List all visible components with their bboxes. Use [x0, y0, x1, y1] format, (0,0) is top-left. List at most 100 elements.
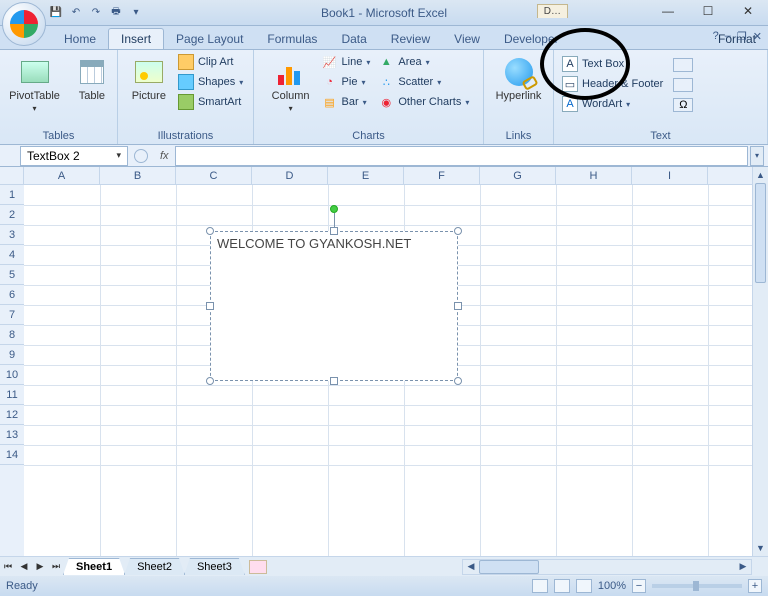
qat-print-icon[interactable]: 🖶 [108, 5, 124, 21]
tab-formulas[interactable]: Formulas [255, 29, 329, 49]
view-page-layout-button[interactable] [554, 579, 570, 593]
col-header[interactable]: G [480, 167, 556, 184]
scroll-thumb[interactable] [755, 183, 766, 283]
scroll-down-icon[interactable]: ▼ [753, 540, 768, 556]
col-header[interactable]: H [556, 167, 632, 184]
vertical-scrollbar[interactable]: ▲ ▼ [752, 167, 768, 556]
scroll-right-icon[interactable]: ▶ [735, 560, 751, 574]
help-button[interactable]: ? [713, 30, 719, 43]
row-header[interactable]: 12 [0, 405, 24, 425]
qat-save-icon[interactable]: 💾 [48, 5, 64, 21]
row-header[interactable]: 7 [0, 305, 24, 325]
row-header[interactable]: 1 [0, 185, 24, 205]
col-header[interactable]: C [176, 167, 252, 184]
tab-insert[interactable]: Insert [108, 28, 164, 49]
textbox-shape-container[interactable]: WELCOME TO GYANKOSH.NET [210, 231, 458, 381]
resize-handle-sw[interactable] [206, 377, 214, 385]
col-header[interactable]: I [632, 167, 708, 184]
tab-home[interactable]: Home [52, 29, 108, 49]
formula-bar-expand-button[interactable]: ▾ [750, 146, 764, 166]
hscroll-thumb[interactable] [479, 560, 539, 574]
hyperlink-button[interactable]: Hyperlink [492, 54, 546, 104]
tab-review[interactable]: Review [379, 29, 442, 49]
row-header[interactable]: 9 [0, 345, 24, 365]
line-chart-button[interactable]: 📈Line▾ [322, 54, 371, 70]
office-button[interactable] [2, 2, 46, 46]
clipart-button[interactable]: Clip Art [178, 54, 243, 70]
chevron-down-icon[interactable]: ▾ [116, 150, 121, 161]
qat-redo-icon[interactable]: ↷ [88, 5, 104, 21]
wordart-button[interactable]: AWordArt▾ [562, 96, 663, 112]
area-chart-button[interactable]: ▲Area▾ [378, 54, 469, 70]
column-chart-button[interactable]: Column ▾ [268, 54, 314, 115]
textbox-button[interactable]: AText Box [562, 56, 663, 72]
col-header[interactable]: F [404, 167, 480, 184]
tab-developer[interactable]: Developer [492, 29, 571, 49]
tab-view[interactable]: View [442, 29, 492, 49]
maximize-button[interactable]: ☐ [688, 0, 728, 22]
zoom-level[interactable]: 100% [598, 580, 626, 592]
resize-handle-se[interactable] [454, 377, 462, 385]
sheet-tab-3[interactable]: Sheet3 [184, 558, 245, 575]
row-header[interactable]: 10 [0, 365, 24, 385]
col-header[interactable]: E [328, 167, 404, 184]
new-sheet-button[interactable] [249, 560, 267, 574]
resize-handle-ne[interactable] [454, 227, 462, 235]
sheet-tab-1[interactable]: Sheet1 [63, 558, 125, 575]
col-header[interactable]: D [252, 167, 328, 184]
row-header[interactable]: 5 [0, 265, 24, 285]
resize-handle-e[interactable] [454, 302, 462, 310]
scroll-up-icon[interactable]: ▲ [753, 167, 768, 183]
tab-data[interactable]: Data [329, 29, 378, 49]
bar-chart-button[interactable]: ▤Bar▾ [322, 94, 371, 110]
sheet-nav-first-icon[interactable]: ⏮ [0, 559, 16, 575]
cancel-icon[interactable] [134, 149, 148, 163]
minimize-button[interactable]: — [648, 0, 688, 22]
pivottable-button[interactable]: PivotTable ▾ [5, 54, 64, 115]
tab-page-layout[interactable]: Page Layout [164, 29, 255, 49]
cells-area[interactable]: WELCOME TO GYANKOSH.NET [24, 185, 752, 556]
row-header[interactable]: 4 [0, 245, 24, 265]
col-header[interactable]: B [100, 167, 176, 184]
name-box[interactable]: TextBox 2 ▾ [20, 146, 128, 166]
textbox-shape[interactable]: WELCOME TO GYANKOSH.NET [210, 231, 458, 381]
row-header[interactable]: 11 [0, 385, 24, 405]
pie-chart-button[interactable]: ◔Pie▾ [322, 74, 371, 90]
symbol-button[interactable]: Ω [673, 98, 693, 112]
zoom-in-button[interactable]: + [748, 579, 762, 593]
extra-tab[interactable]: D… [537, 4, 568, 18]
picture-button[interactable]: Picture [128, 54, 170, 104]
close-button[interactable]: ✕ [728, 0, 768, 22]
resize-handle-nw[interactable] [206, 227, 214, 235]
signature-line-button[interactable] [673, 58, 693, 72]
sheet-nav-prev-icon[interactable]: ◀ [16, 559, 32, 575]
sheet-nav-last-icon[interactable]: ⏭ [48, 559, 64, 575]
col-header[interactable]: A [24, 167, 100, 184]
row-header[interactable]: 6 [0, 285, 24, 305]
other-charts-button[interactable]: ◉Other Charts▾ [378, 94, 469, 110]
resize-handle-w[interactable] [206, 302, 214, 310]
zoom-slider[interactable] [652, 584, 742, 588]
zoom-slider-knob[interactable] [693, 581, 699, 591]
row-header[interactable]: 8 [0, 325, 24, 345]
scroll-left-icon[interactable]: ◀ [463, 560, 479, 574]
fx-label[interactable]: fx [160, 150, 169, 162]
resize-handle-s[interactable] [330, 377, 338, 385]
ribbon-minimize-button[interactable]: – [725, 30, 731, 43]
table-button[interactable]: Table [72, 54, 112, 104]
row-header[interactable]: 2 [0, 205, 24, 225]
view-normal-button[interactable] [532, 579, 548, 593]
doc-restore-button[interactable]: ❐ [737, 30, 747, 43]
rotate-handle[interactable] [330, 205, 338, 213]
qat-undo-icon[interactable]: ↶ [68, 5, 84, 21]
horizontal-scrollbar[interactable]: ◀ ▶ [462, 559, 752, 575]
shapes-button[interactable]: Shapes▾ [178, 74, 243, 90]
object-button[interactable] [673, 78, 693, 92]
zoom-out-button[interactable]: − [632, 579, 646, 593]
doc-close-button[interactable]: ✕ [753, 30, 762, 43]
header-footer-button[interactable]: ▭Header & Footer [562, 76, 663, 92]
row-header[interactable]: 3 [0, 225, 24, 245]
scatter-chart-button[interactable]: ∴Scatter▾ [378, 74, 469, 90]
sheet-nav-next-icon[interactable]: ▶ [32, 559, 48, 575]
row-header[interactable]: 14 [0, 445, 24, 465]
